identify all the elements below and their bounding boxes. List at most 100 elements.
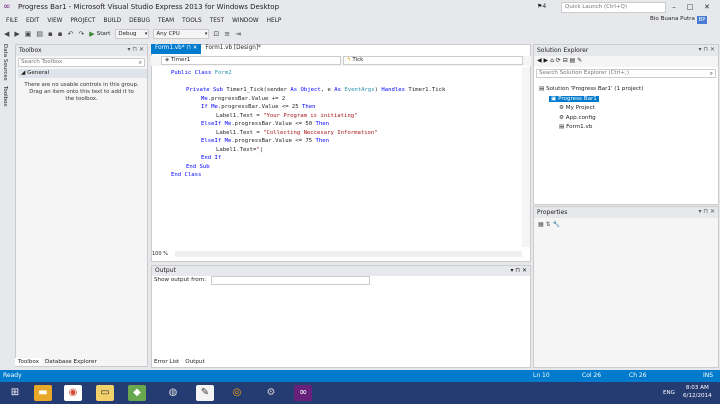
code-line[interactable]: Label1.Text="|	[216, 146, 263, 154]
quick-launch-input[interactable]: Quick Launch (Ctrl+Q)	[561, 2, 666, 13]
panel-controls[interactable]: ▾ ⊓ ✕	[127, 46, 144, 53]
maximize-button[interactable]: □	[683, 1, 697, 13]
tab-database-explorer[interactable]: Database Explorer	[42, 358, 100, 366]
code-line[interactable]: ElseIf Me.progressBar.Value <= 75 Then	[201, 137, 329, 145]
clock[interactable]: 8:03 AM 6/12/2014	[683, 384, 712, 400]
minimize-button[interactable]: –	[667, 1, 681, 13]
menu-file[interactable]: FILE	[6, 18, 18, 24]
alphabetical-icon[interactable]: ⇅	[546, 221, 553, 228]
code-line[interactable]: Private Sub Timer1_Tick(sender As Object…	[186, 86, 445, 94]
panel-controls[interactable]: ▾ ⊓ ✕	[698, 46, 715, 53]
code-line[interactable]: Public Class Form2	[171, 69, 232, 77]
editor-vertical-scrollbar[interactable]	[522, 67, 530, 247]
undo-icon[interactable]: ↶	[68, 30, 74, 38]
class-name-value: Timer1	[170, 57, 191, 63]
categorized-icon[interactable]: ▦	[538, 221, 546, 228]
new-project-icon[interactable]: ▣	[25, 30, 32, 38]
menu-debug[interactable]: DEBUG	[129, 18, 150, 24]
app-icon[interactable]: ◍	[164, 385, 182, 401]
menu-view[interactable]: VIEW	[47, 18, 62, 24]
code-area[interactable]: Public Class Form2 Private Sub Timer1_Tic…	[152, 67, 522, 247]
tab-form1-design[interactable]: Form1.vb [Design]*	[201, 44, 264, 54]
code-line[interactable]: Label1.Text = "Your Program is initiatin…	[216, 112, 357, 120]
menu-team[interactable]: TEAM	[158, 18, 174, 24]
class-name-select[interactable]: ◈ Timer1	[161, 56, 341, 65]
notifications[interactable]: ⚑ 4	[537, 3, 546, 10]
output-source-select[interactable]	[211, 276, 370, 285]
comment-icon[interactable]: ≡	[224, 30, 230, 38]
menu-project[interactable]: PROJECT	[70, 18, 95, 24]
code-line[interactable]: End Sub	[186, 163, 210, 171]
folder-icon[interactable]: ▭	[96, 385, 114, 401]
status-line: Ln 10	[533, 372, 550, 379]
code-line[interactable]: If Me.progressBar.Value <= 25 Then	[201, 103, 316, 111]
zoom-level[interactable]: 100 %	[152, 251, 174, 258]
tab-error-list[interactable]: Error List	[151, 358, 182, 366]
tree-item[interactable]: ▤ Solution 'Progress Bar1' (1 project)	[539, 86, 643, 92]
toolbox-search-input[interactable]: Search Toolbox ⌕	[18, 58, 145, 67]
menu-window[interactable]: WINDOW	[232, 18, 259, 24]
menu-test[interactable]: TEST	[210, 18, 224, 24]
back-icon[interactable]: ◀	[4, 30, 9, 38]
window-title: Progress Bar1 - Microsoft Visual Studio …	[18, 3, 280, 11]
start-icon[interactable]: ⊞	[6, 385, 24, 401]
code-line[interactable]: ElseIf Me.progressBar.Value <= 50 Then	[201, 120, 329, 128]
solution-search-input[interactable]: Search Solution Explorer (Ctrl+;) ⌕	[536, 69, 716, 78]
pin-icon[interactable]: ⊓	[186, 45, 190, 51]
tree-item-label: Progress Bar1	[558, 95, 597, 102]
tab-output[interactable]: Output	[182, 358, 208, 366]
panel-controls[interactable]: ▾ ⊓ ✕	[510, 267, 527, 274]
code-line[interactable]: Me.progressBar.Value += 2	[201, 95, 285, 103]
config-select[interactable]: Debug	[115, 29, 150, 39]
file-explorer-icon[interactable]: ▬	[34, 385, 52, 401]
panel-controls[interactable]: ▾ ⊓ ✕	[698, 208, 715, 215]
pin-icon[interactable]: ✎	[577, 57, 582, 64]
code-line[interactable]: End If	[201, 154, 221, 162]
chrome-icon[interactable]: ◉	[64, 385, 82, 401]
save-icon[interactable]: ▪	[48, 30, 53, 38]
media-icon[interactable]: ◎	[228, 385, 246, 401]
menu-edit[interactable]: EDIT	[26, 18, 39, 24]
notepad-icon[interactable]: ✎	[196, 385, 214, 401]
user-avatar[interactable]: BP	[697, 16, 707, 24]
toolbox-group-general[interactable]: ◢ General	[18, 69, 147, 78]
sync-icon[interactable]: ⟳	[556, 57, 563, 64]
code-token: "Your Program is initiating"	[263, 112, 358, 119]
platform-select[interactable]: Any CPU	[153, 29, 210, 39]
method-name-select[interactable]: ϟ Tick	[343, 56, 523, 65]
code-line[interactable]: Label1.Text = "Collecting Neccesary Info…	[216, 129, 378, 137]
tree-item[interactable]: ▤ Form1.vb	[559, 124, 592, 130]
gear-icon[interactable]: ⚙	[262, 385, 280, 401]
camtasia-icon[interactable]: ◆	[128, 385, 146, 401]
notification-count: 4	[542, 3, 547, 10]
menu-tools[interactable]: TOOLS	[182, 18, 202, 24]
close-button[interactable]: ✕	[700, 1, 714, 13]
menu-help[interactable]: HELP	[267, 18, 282, 24]
left-bottom-tabs: Toolbox Database Explorer	[15, 357, 100, 367]
collapse-all-icon[interactable]: ⊟	[563, 57, 570, 64]
tree-item[interactable]: ⚙ App.config	[559, 115, 596, 121]
redo-icon[interactable]: ↷	[78, 30, 84, 38]
forward-icon[interactable]: ▶	[14, 30, 19, 38]
code-line[interactable]: End Class	[171, 171, 201, 179]
toolbox-side-tab[interactable]: Toolbox	[2, 86, 8, 107]
menu-build[interactable]: BUILD	[103, 18, 121, 24]
user-name[interactable]: Bio Buana Putra	[650, 16, 695, 22]
find-icon[interactable]: ⊡	[213, 30, 219, 38]
visual-studio-icon[interactable]: ∞	[294, 385, 312, 401]
tree-item[interactable]: ⚙ My Project	[559, 105, 595, 111]
tree-item[interactable]: ▣ Progress Bar1	[549, 95, 599, 102]
data-sources-tab[interactable]: Data Sources	[2, 44, 8, 81]
close-tab-icon[interactable]: ✕	[193, 45, 198, 51]
tab-toolbox[interactable]: Toolbox	[15, 358, 42, 366]
visual-studio-logo-icon: ∞	[3, 2, 11, 12]
save-all-icon[interactable]: ▪	[58, 30, 63, 38]
indent-icon[interactable]: ⇥	[235, 30, 241, 38]
language-indicator[interactable]: ENG	[663, 390, 675, 396]
editor-horizontal-scrollbar[interactable]	[175, 251, 522, 257]
side-strip: Data Sources Toolbox	[0, 42, 13, 369]
open-file-icon[interactable]: ▤	[36, 30, 43, 38]
property-pages-icon[interactable]: 🔧	[553, 221, 560, 228]
tab-form1-vb[interactable]: Form1.vb* ⊓ ✕	[151, 44, 202, 54]
start-button[interactable]: ▶ Start	[89, 30, 110, 38]
